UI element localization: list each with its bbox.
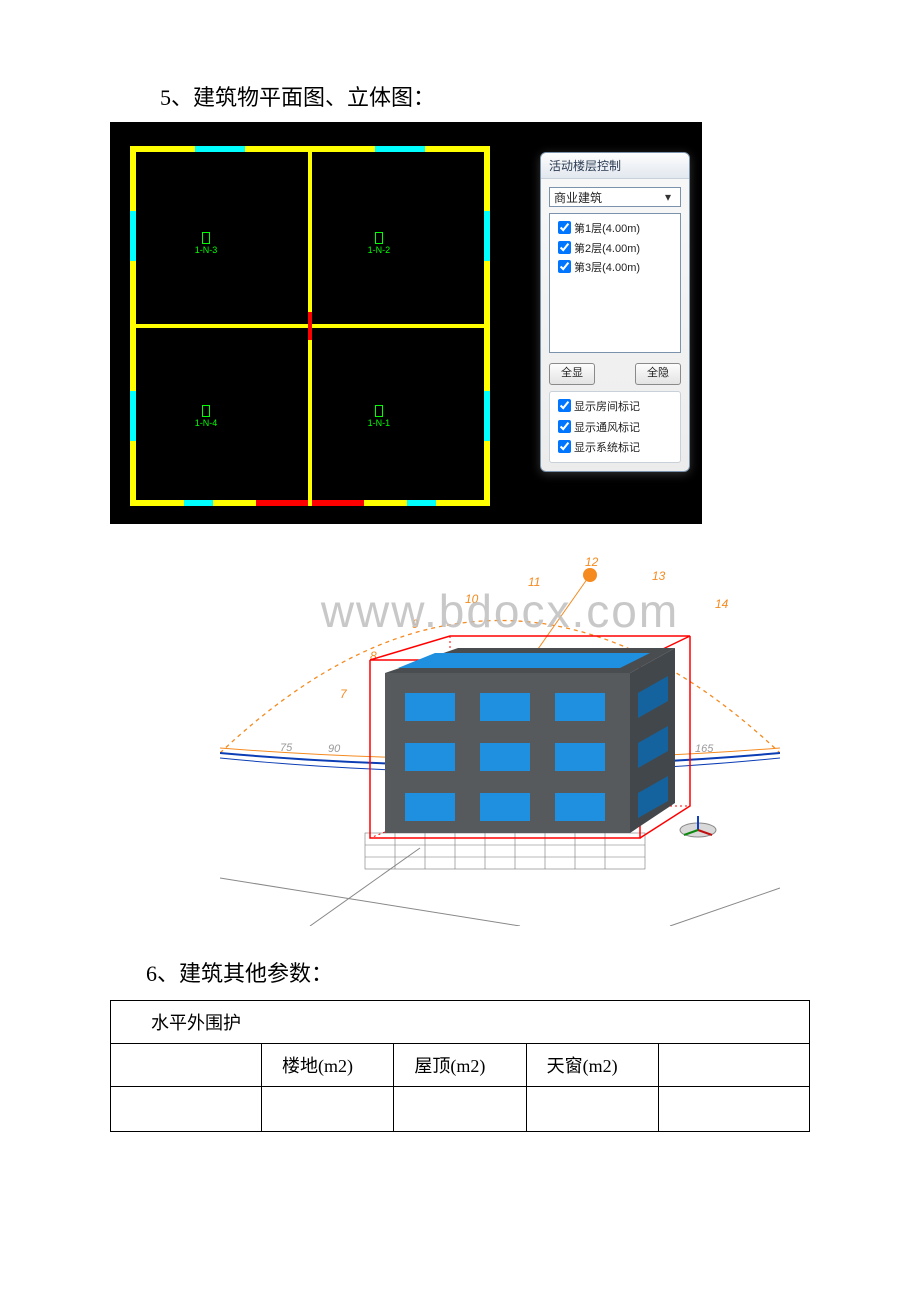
table-title-row: 水平外围护 bbox=[111, 1001, 810, 1044]
section-heading-5: 5、建筑物平面图、立体图： bbox=[160, 80, 880, 112]
svg-text:13: 13 bbox=[652, 569, 666, 583]
table-row bbox=[111, 1087, 810, 1132]
svg-text:75: 75 bbox=[280, 742, 293, 754]
plan-view: 1-N-3 1-N-2 1-N-4 1-N-1 bbox=[130, 146, 490, 506]
svg-text:12: 12 bbox=[585, 555, 599, 569]
svg-text:8: 8 bbox=[370, 649, 377, 663]
floor-item-2[interactable]: 第2层(4.00m) bbox=[554, 238, 676, 258]
params-table: 水平外围护 楼地(m2) 屋顶(m2) 天窗(m2) bbox=[110, 1000, 810, 1132]
opt-system-markers[interactable]: 显示系统标记 bbox=[554, 437, 676, 458]
svg-text:90: 90 bbox=[328, 743, 341, 755]
room-label-n3: 1-N-3 bbox=[195, 232, 218, 256]
floor-item-1[interactable]: 第1层(4.00m) bbox=[554, 218, 676, 238]
section-heading-6: 6、建筑其他参数： bbox=[146, 956, 880, 988]
combo-value: 商业建筑 bbox=[554, 189, 602, 206]
opt-vent-markers[interactable]: 显示通风标记 bbox=[554, 417, 676, 438]
3d-sunpath-screenshot: www.bdocx.com bbox=[220, 548, 780, 926]
hide-all-button[interactable]: 全隐 bbox=[635, 363, 681, 385]
room-label-n2: 1-N-2 bbox=[368, 232, 391, 256]
room-icon bbox=[202, 405, 210, 417]
sun-icon bbox=[583, 568, 597, 582]
floor-item-3[interactable]: 第3层(4.00m) bbox=[554, 257, 676, 277]
room-icon bbox=[202, 232, 210, 244]
svg-text:165: 165 bbox=[695, 743, 714, 755]
cad-plan-screenshot: 1-N-3 1-N-2 1-N-4 1-N-1 活动楼层控制 商业建筑 ▾ bbox=[110, 122, 702, 524]
room-icon bbox=[375, 405, 383, 417]
room-label-n4: 1-N-4 bbox=[195, 405, 218, 429]
table-header-row: 楼地(m2) 屋顶(m2) 天窗(m2) bbox=[111, 1044, 810, 1087]
panel-title: 活动楼层控制 bbox=[541, 153, 689, 179]
compass-icon bbox=[680, 816, 716, 837]
room-label-n1: 1-N-1 bbox=[368, 405, 391, 429]
floor-listbox[interactable]: 第1层(4.00m) 第2层(4.00m) 第3层(4.00m) bbox=[549, 213, 681, 353]
building-type-select[interactable]: 商业建筑 ▾ bbox=[549, 187, 681, 207]
display-options: 显示房间标记 显示通风标记 显示系统标记 bbox=[549, 391, 681, 463]
svg-text:7: 7 bbox=[340, 687, 348, 701]
show-all-button[interactable]: 全显 bbox=[549, 363, 595, 385]
svg-text:14: 14 bbox=[715, 597, 729, 611]
watermark-text: www.bdocx.com bbox=[321, 584, 679, 638]
floor-control-panel[interactable]: 活动楼层控制 商业建筑 ▾ 第1层(4.00m) 第2层(4.00m) 第3层(… bbox=[540, 152, 690, 472]
chevron-down-icon: ▾ bbox=[660, 190, 676, 204]
room-icon bbox=[375, 232, 383, 244]
opt-room-markers[interactable]: 显示房间标记 bbox=[554, 396, 676, 417]
